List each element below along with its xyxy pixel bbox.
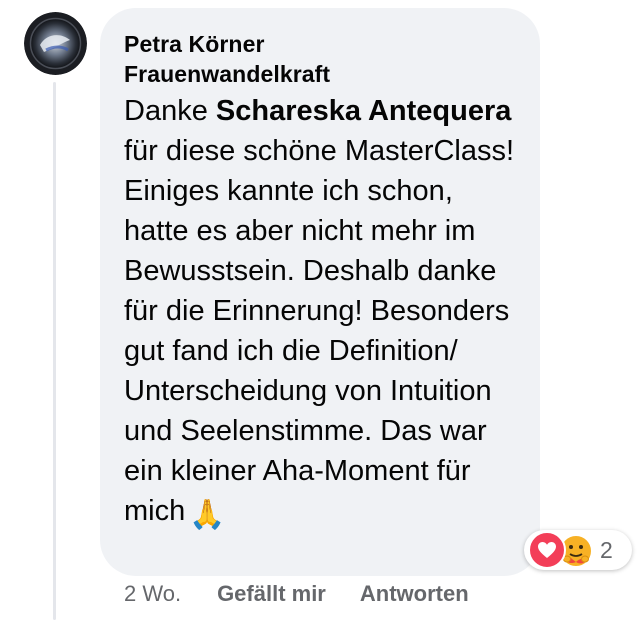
author-name[interactable]: Petra Körner Frauenwandelkraft	[124, 29, 394, 89]
reply-button[interactable]: Antworten	[360, 581, 469, 607]
comment-text-start: Danke	[124, 95, 216, 127]
reaction-count: 2	[600, 536, 613, 563]
reaction-summary[interactable]: 2	[524, 530, 632, 570]
comment-actions: 2 Wo. Gefällt mir Antworten	[124, 581, 503, 607]
comment-text: Danke Schareska Antequera für diese schö…	[124, 91, 524, 535]
like-button[interactable]: Gefällt mir	[217, 581, 326, 607]
comment-bubble: Petra Körner Frauenwandelkraft Danke Sch…	[100, 8, 540, 576]
avatar[interactable]	[24, 12, 87, 75]
folded-hands-emoji: 🙏	[189, 499, 226, 531]
heart-icon	[528, 531, 566, 569]
mention-link[interactable]: Schareska Antequera	[216, 95, 512, 127]
comment-text-body: für diese schöne MasterClass! Einiges ka…	[124, 135, 515, 527]
avatar-image	[24, 12, 87, 75]
timestamp[interactable]: 2 Wo.	[124, 581, 181, 607]
reply-thread-line	[53, 82, 56, 620]
